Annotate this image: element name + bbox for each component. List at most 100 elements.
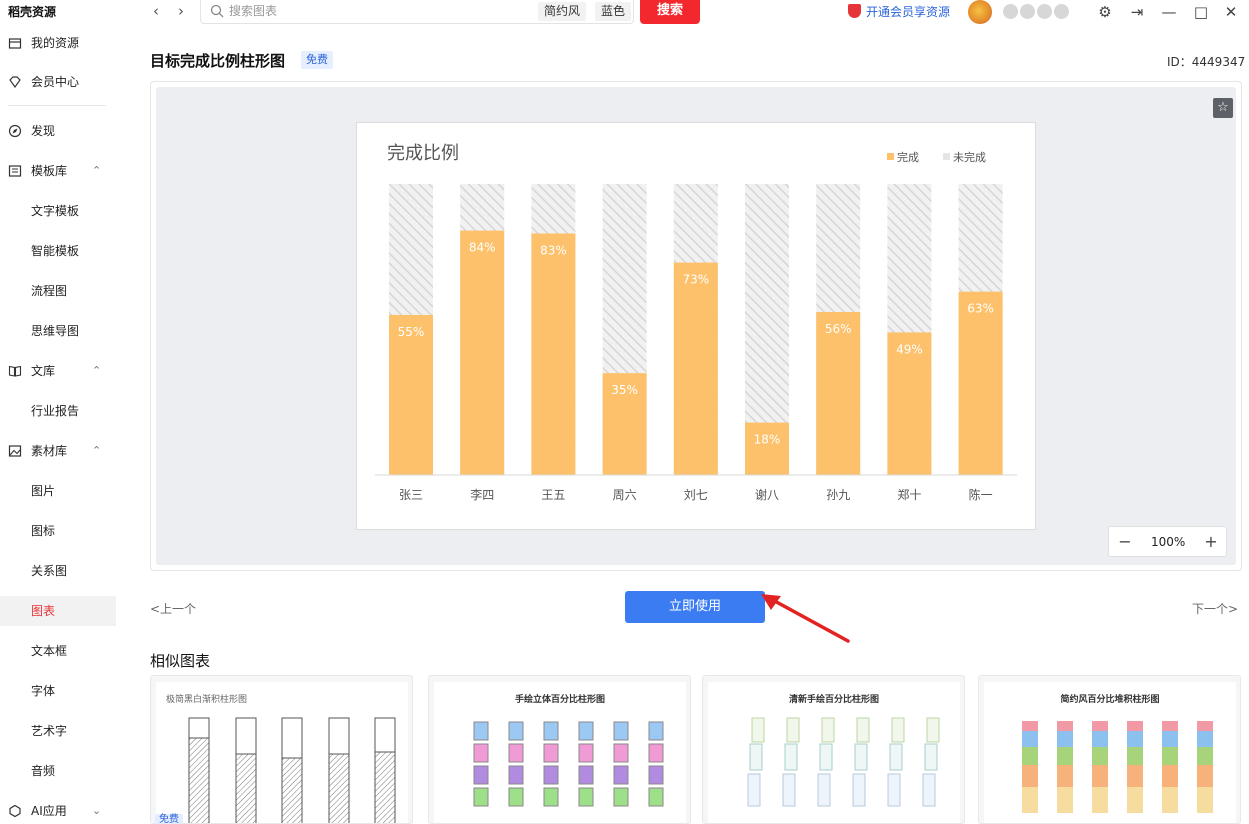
bar-data-label: 56% xyxy=(825,322,852,336)
sidebar-item-relationship[interactable]: 关系图 xyxy=(0,556,116,586)
thumbnail-bar xyxy=(1197,765,1213,787)
top-bar: 稻壳资源 ‹ › 简约风 蓝色 搜索 开通会员享资源 ⚙ ⇥ — □ ✕ xyxy=(0,0,1249,24)
minimize-icon[interactable]: — xyxy=(1160,3,1178,21)
sidebar-item-audio[interactable]: 音频 xyxy=(0,756,116,786)
chevron-up-icon[interactable]: ⌃ xyxy=(92,356,101,386)
zoom-in-button[interactable]: + xyxy=(1201,532,1221,552)
x-tick-label: 陈一 xyxy=(969,487,993,502)
sidebar-item-fonts[interactable]: 字体 xyxy=(0,676,116,706)
sidebar-item-textbox[interactable]: 文本框 xyxy=(0,636,116,666)
thumbnail-bar xyxy=(751,717,765,743)
sidebar-item-label: 字体 xyxy=(31,684,56,698)
thumbnail-bar xyxy=(1057,721,1073,731)
settings-gear-icon[interactable]: ⚙ xyxy=(1096,3,1114,21)
sidebar-item-my-resources[interactable]: 我的资源 xyxy=(0,28,116,58)
maximize-icon[interactable]: □ xyxy=(1192,3,1210,21)
thumbnail-bar xyxy=(821,717,835,743)
x-tick-label: 郑十 xyxy=(897,487,921,502)
sidebar-item-smart-templates[interactable]: 智能模板 xyxy=(0,236,116,266)
sidebar-item-label: 我的资源 xyxy=(31,36,80,50)
thumbnail-bar xyxy=(473,765,489,785)
thumbnail-bar xyxy=(786,717,800,743)
thumbnail-card[interactable]: 简约风百分比堆积柱形图 xyxy=(978,675,1241,824)
sidebar-item-label: 会员中心 xyxy=(31,75,80,89)
next-link[interactable]: 下一个> xyxy=(1192,600,1238,617)
previous-link[interactable]: <上一个 xyxy=(150,600,196,617)
sidebar-item-pictures[interactable]: 图片 xyxy=(0,476,116,506)
preview-canvas: ☆ 完成比例 完成 未完成 55% 84% 83% 35% 73% 18% 56% 49% 63… xyxy=(156,87,1236,565)
sidebar-item-icons[interactable]: 图标 xyxy=(0,516,116,546)
sidebar-item-mindmap[interactable]: 思维导图 xyxy=(0,316,116,346)
zoom-out-button[interactable]: − xyxy=(1115,532,1135,552)
exit-icon[interactable]: ⇥ xyxy=(1128,3,1146,21)
bars-layer: 55% 84% 83% 35% 73% 18% 56% 49% 63% xyxy=(389,184,1003,475)
app-window: 稻壳资源 ‹ › 简约风 蓝色 搜索 开通会员享资源 ⚙ ⇥ — □ ✕ 我的资… xyxy=(0,0,1249,824)
search-tag-blue[interactable]: 蓝色 xyxy=(595,2,632,21)
thumbnail-bar xyxy=(1197,721,1213,731)
sidebar-item-text-templates[interactable]: 文字模板 xyxy=(0,196,116,226)
sidebar-item-ai-apps[interactable]: AI应用 ⌄ xyxy=(0,796,116,824)
legend-label-done: 完成 xyxy=(897,150,919,164)
thumbnail-bar xyxy=(1127,747,1143,765)
bar-completed xyxy=(816,312,861,475)
bar-data-label: 73% xyxy=(682,273,709,287)
bar-completed xyxy=(389,314,433,475)
page-title: 目标完成比例柱形图 xyxy=(150,52,286,70)
thumbnail-bar xyxy=(648,787,664,807)
close-icon[interactable]: ✕ xyxy=(1222,3,1240,21)
back-arrow-icon[interactable]: ‹ xyxy=(148,2,164,20)
thumbnail-bar xyxy=(1162,765,1178,787)
sidebar-item-label: 素材库 xyxy=(31,444,68,458)
chevron-up-icon[interactable]: ⌃ xyxy=(92,156,101,186)
thumbnail-bar xyxy=(508,721,524,741)
preview-panel: ☆ 完成比例 完成 未完成 55% 84% 83% 35% 73% 18% 56% 49% 63… xyxy=(150,81,1242,571)
legend-label-rest: 未完成 xyxy=(953,150,986,164)
search-input[interactable] xyxy=(229,2,519,20)
search-tag-simple[interactable]: 简约风 xyxy=(538,2,587,21)
thumbnail-card[interactable]: 清新手绘百分比柱形图 xyxy=(702,675,965,824)
search-button[interactable]: 搜索 xyxy=(640,0,700,24)
sidebar-item-material-library[interactable]: 素材库 ⌃ xyxy=(0,436,116,466)
book-icon xyxy=(8,365,22,377)
sidebar-item-label: 行业报告 xyxy=(31,404,80,418)
thumbnail-bar xyxy=(613,765,629,785)
level-badge-icon xyxy=(1003,4,1018,19)
thumbnail-card[interactable]: 手绘立体百分比柱形图 xyxy=(428,675,691,824)
thumbnail-bar xyxy=(1127,787,1143,813)
sidebar-item-template-library[interactable]: 模板库 ⌃ xyxy=(0,156,116,186)
thumbnail-bar xyxy=(1022,765,1038,787)
level-badge-icon xyxy=(1020,4,1035,19)
sidebar-item-charts[interactable]: 图表 xyxy=(0,596,116,626)
sidebar-item-label: 图表 xyxy=(31,604,56,618)
annotation-arrow-icon xyxy=(761,594,850,643)
avatar[interactable] xyxy=(968,0,992,24)
thumbnail-bar xyxy=(543,743,559,763)
vip-link-text: 开通会员享资源 xyxy=(866,5,951,19)
bar-data-label: 18% xyxy=(754,433,781,447)
thumbnail-bar xyxy=(1092,721,1108,731)
thumbnail-bar xyxy=(817,773,831,807)
vip-link[interactable]: 开通会员享资源 xyxy=(848,3,950,20)
completion-bar-chart: 完成比例 完成 未完成 55%84% 83%35%73%18%56%49%63% … xyxy=(375,143,1017,502)
chevron-up-icon[interactable]: ⌃ xyxy=(92,436,101,466)
use-now-button[interactable]: 立即使用 xyxy=(625,591,765,623)
sidebar-item-discover[interactable]: 发现 xyxy=(0,116,116,146)
sidebar-item-label: 思维导图 xyxy=(31,324,80,338)
thumbnail-bar xyxy=(473,721,489,741)
thumbnail-bar xyxy=(1057,787,1073,813)
thumbnail-bar xyxy=(1057,731,1073,747)
sidebar-item-library[interactable]: 文库 ⌃ xyxy=(0,356,116,386)
sidebar-item-wordart[interactable]: 艺术字 xyxy=(0,716,116,746)
sidebar-item-flowchart[interactable]: 流程图 xyxy=(0,276,116,306)
sidebar-item-label: 文库 xyxy=(31,364,56,378)
thumbnail-card[interactable]: 极简黑白渐积柱形图 xyxy=(150,675,413,824)
thumbnail-title: 手绘立体百分比柱形图 xyxy=(514,695,605,705)
thumbnail-bar xyxy=(648,765,664,785)
favorite-star-icon[interactable]: ☆ xyxy=(1213,98,1233,118)
forward-arrow-icon[interactable]: › xyxy=(173,2,189,20)
ai-icon xyxy=(9,804,21,818)
chevron-down-icon[interactable]: ⌄ xyxy=(92,796,101,824)
sidebar-item-industry-report[interactable]: 行业报告 xyxy=(0,396,116,426)
bar-completed xyxy=(460,230,505,475)
sidebar-item-vip-center[interactable]: 会员中心 xyxy=(0,67,116,97)
